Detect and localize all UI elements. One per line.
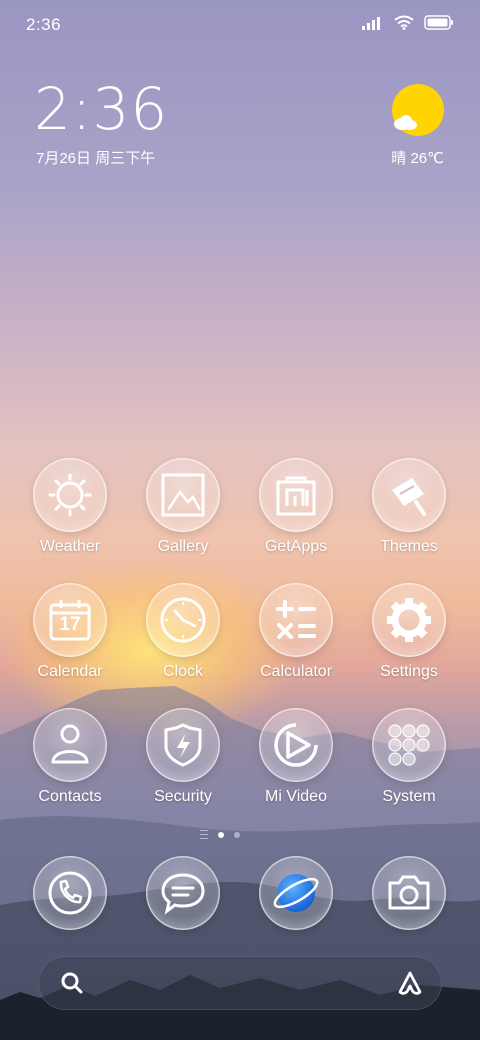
widget-date: 7月26日 周三下午 [36, 150, 156, 167]
message-icon [146, 856, 220, 930]
app-calculator[interactable]: Calculator [240, 583, 352, 681]
weather-cloud-icon [394, 115, 417, 130]
app-label: Clock [162, 663, 203, 680]
play-icon [259, 708, 333, 782]
battery-icon [424, 15, 454, 35]
calendar-icon: 17 [33, 583, 107, 657]
folder-system[interactable]: System [353, 708, 465, 806]
folder-icon [372, 708, 446, 782]
search-bar[interactable] [38, 956, 442, 1010]
calendar-day: 17 [59, 614, 81, 635]
app-themes[interactable]: Themes [353, 458, 465, 556]
paint-roller-icon [372, 458, 446, 532]
gear-icon [372, 583, 446, 657]
page-indicator-feed[interactable] [200, 830, 208, 839]
browser-icon [259, 856, 333, 930]
assistant-icon[interactable] [396, 970, 424, 1001]
dock-browser[interactable] [240, 856, 352, 930]
app-label: Contacts [38, 788, 102, 805]
app-clock[interactable]: Clock [127, 583, 239, 681]
search-input[interactable] [96, 971, 380, 997]
app-getapps[interactable]: GetApps [240, 458, 352, 556]
widget-clock-time[interactable]: 2:36 [34, 76, 168, 142]
page-indicator[interactable] [200, 830, 240, 839]
search-icon[interactable] [60, 971, 84, 1000]
app-gallery[interactable]: Gallery [127, 458, 239, 556]
person-icon [33, 708, 107, 782]
app-label: GetApps [264, 538, 328, 555]
page-dot-2[interactable] [234, 831, 240, 838]
sun-icon [33, 458, 107, 532]
app-label: Security [154, 788, 212, 805]
calculator-icon [259, 583, 333, 657]
app-label: System [382, 788, 436, 805]
app-label: Settings [380, 663, 438, 680]
app-label: Calendar [37, 663, 103, 680]
app-contacts[interactable]: Contacts [14, 708, 126, 806]
app-label: Gallery [157, 538, 209, 555]
page-dot-1[interactable] [218, 831, 224, 838]
dock-messages[interactable] [127, 856, 239, 930]
phone-icon [33, 856, 107, 930]
wifi-icon [394, 15, 414, 35]
status-time: 2:36 [26, 15, 62, 34]
app-calendar[interactable]: 17 Calendar [14, 583, 126, 681]
app-settings[interactable]: Settings [353, 583, 465, 681]
app-label: Weather [39, 538, 101, 555]
app-label: Calculator [259, 663, 333, 680]
camera-icon [372, 856, 446, 930]
app-security[interactable]: Security [127, 708, 239, 806]
shield-icon [146, 708, 220, 782]
app-weather[interactable]: Weather [14, 458, 126, 556]
clock-icon [146, 583, 220, 657]
app-label: Mi Video [265, 788, 327, 805]
app-label: Themes [380, 538, 438, 555]
app-mi-video[interactable]: Mi Video [240, 708, 352, 806]
signal-icon [362, 16, 384, 35]
picture-icon [146, 458, 220, 532]
widget-weather-temp: 晴 26℃ [391, 150, 444, 167]
status-icons [362, 15, 454, 35]
dock-camera[interactable] [353, 856, 465, 930]
dock-phone[interactable] [14, 856, 126, 930]
shopping-bag-icon [259, 458, 333, 532]
